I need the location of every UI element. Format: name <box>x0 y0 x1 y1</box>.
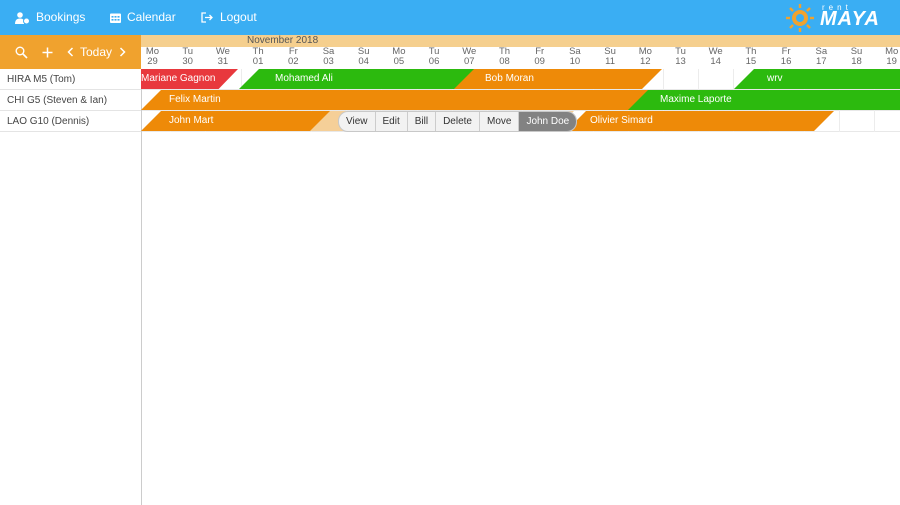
day-header: Mo 29 Tu 30 We 31 Th 01 Fr 02 Sa 03 Su 04 Mo 05 Tu 06 We 07… <box>141 47 900 69</box>
day-column-header: Su 11 <box>593 47 628 67</box>
resource-row[interactable]: HIRA M5 (Tom) <box>0 69 141 90</box>
booking-label: Mohamed Ali <box>275 73 333 84</box>
booking-label: Felix Martin <box>169 94 221 105</box>
nav-logout-label: Logout <box>220 10 257 24</box>
day-number: 02 <box>288 56 299 67</box>
day-column-header: Th 08 <box>487 47 522 67</box>
day-number: 31 <box>217 56 229 67</box>
day-number: 07 <box>464 56 475 67</box>
move-button[interactable]: Move <box>480 112 520 131</box>
day-number: 15 <box>745 56 757 67</box>
calendar-icon <box>110 13 121 23</box>
day-column-header: We 07 <box>452 47 487 67</box>
bill-button[interactable]: Bill <box>408 112 437 131</box>
booking-label: Olivier Simard <box>590 115 653 126</box>
today-button[interactable]: Today <box>80 35 112 69</box>
day-number: 17 <box>816 56 827 67</box>
day-column-header: Mo 05 <box>381 47 416 67</box>
resource-label: CHI G5 (Steven & Ian) <box>7 95 108 106</box>
booking-bar[interactable]: Mohamed Ali <box>239 69 475 89</box>
nav-logout[interactable]: Logout <box>201 0 257 35</box>
nav-bookings[interactable]: Bookings <box>15 0 85 35</box>
view-button[interactable]: View <box>339 112 376 131</box>
day-number: 03 <box>323 56 334 67</box>
day-column-header: Sa 10 <box>557 47 592 67</box>
booking-bar[interactable]: Bob Moran <box>454 69 662 89</box>
resource-label: LAO G10 (Dennis) <box>7 116 90 127</box>
day-column-header: Tu 06 <box>417 47 452 67</box>
day-column-header: Mo 29 <box>135 47 170 67</box>
calendar-toolbar: Today <box>0 35 141 69</box>
day-column-header: We 14 <box>698 47 733 67</box>
search-icon <box>15 46 28 59</box>
nav-calendar-label: Calendar <box>127 10 176 24</box>
delete-button[interactable]: Delete <box>436 112 480 131</box>
day-number: 11 <box>605 56 616 67</box>
day-column-header: Sa 03 <box>311 47 346 67</box>
resource-list: HIRA M5 (Tom) CHI G5 (Steven & Ian) LAO … <box>0 69 142 505</box>
booking-context-menu: View Edit Bill Delete Move John Doe <box>338 111 578 132</box>
day-column-header: Su 18 <box>839 47 874 67</box>
day-column-header: Sa 17 <box>804 47 839 67</box>
booking-label: John Mart <box>169 115 214 126</box>
sun-logo-icon <box>786 4 814 32</box>
day-number: 30 <box>182 56 193 67</box>
day-number: 19 <box>886 56 897 67</box>
day-column-header: Fr 02 <box>276 47 311 67</box>
day-number: 18 <box>851 56 862 67</box>
day-number: 05 <box>393 56 405 67</box>
day-number: 01 <box>252 56 264 67</box>
top-navbar: Bookings Calendar Logout rent MAYA <box>0 0 900 35</box>
day-number: 14 <box>710 56 721 67</box>
day-column-header: Su 04 <box>346 47 381 67</box>
add-booking-button[interactable] <box>42 35 53 69</box>
day-column-header: We 31 <box>205 47 240 67</box>
day-number: 10 <box>569 56 581 67</box>
plus-icon <box>42 47 53 58</box>
resource-row[interactable]: CHI G5 (Steven & Ian) <box>0 90 141 111</box>
user-clock-icon <box>15 11 30 24</box>
chevron-right-icon <box>119 47 126 57</box>
booking-label: Maxime Laporte <box>660 94 732 105</box>
nav-calendar[interactable]: Calendar <box>110 0 176 35</box>
booking-bar[interactable]: Felix Martin <box>141 90 658 110</box>
logo-text-main: MAYA <box>820 8 880 30</box>
day-number: 08 <box>499 56 510 67</box>
day-number: 16 <box>780 56 792 67</box>
booking-label: Mariane Gagnon <box>141 73 216 84</box>
day-column-header: Th 15 <box>733 47 768 67</box>
day-number: 29 <box>147 56 158 67</box>
booking-name-button[interactable]: John Doe <box>519 112 577 131</box>
day-column-header: Tu 13 <box>663 47 698 67</box>
day-number: 06 <box>428 56 440 67</box>
day-column-header: Tu 30 <box>170 47 205 67</box>
day-column-header: Fr 09 <box>522 47 557 67</box>
search-button[interactable] <box>15 35 28 69</box>
day-number: 12 <box>640 56 651 67</box>
booking-bar[interactable]: Maxime Laporte <box>628 90 900 110</box>
resource-row[interactable]: LAO G10 (Dennis) <box>0 111 141 132</box>
booking-bar[interactable]: Olivier Simard <box>566 111 834 131</box>
edit-button[interactable]: Edit <box>376 112 408 131</box>
rent-maya-logo: rent MAYA <box>784 3 894 33</box>
booking-label: wrv <box>767 73 783 84</box>
day-column-header: Mo 19 <box>874 47 900 67</box>
day-column-header: Fr 16 <box>769 47 804 67</box>
day-number: 04 <box>358 56 369 67</box>
resource-label: HIRA M5 (Tom) <box>7 74 76 85</box>
day-number: 13 <box>675 56 686 67</box>
booking-bar[interactable]: wrv <box>734 69 900 89</box>
prev-button[interactable] <box>67 35 74 69</box>
day-column-header: Th 01 <box>241 47 276 67</box>
nav-bookings-label: Bookings <box>36 10 86 24</box>
logout-icon <box>201 12 213 23</box>
booking-label: Bob Moran <box>485 73 534 84</box>
day-number: 09 <box>534 56 545 67</box>
next-button[interactable] <box>119 35 126 69</box>
chevron-left-icon <box>67 47 74 57</box>
day-column-header: Mo 12 <box>628 47 663 67</box>
